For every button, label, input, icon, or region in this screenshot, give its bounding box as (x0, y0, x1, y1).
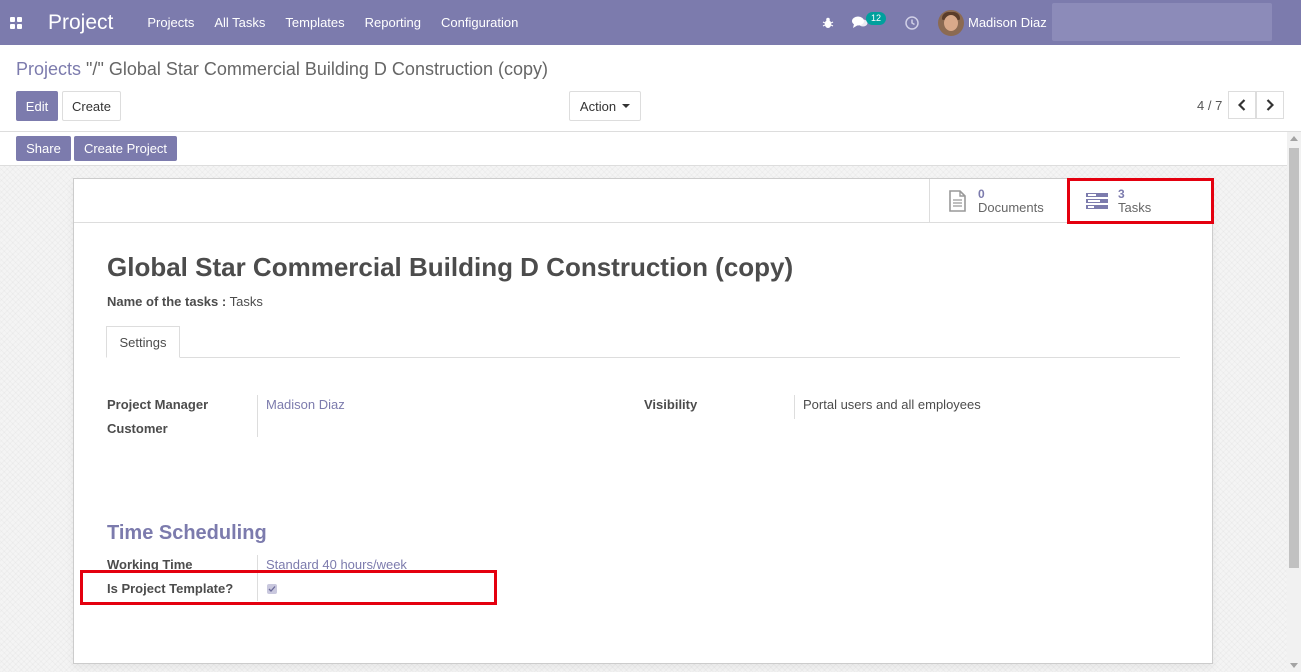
scroll-up-arrow-icon[interactable] (1290, 136, 1298, 141)
menu-item-configuration[interactable]: Configuration (431, 0, 528, 45)
messages-badge: 12 (866, 12, 887, 25)
create-button[interactable]: Create (62, 91, 121, 121)
clock-icon[interactable] (896, 0, 928, 45)
visibility-label: Visibility (644, 397, 698, 412)
chevron-right-icon (1266, 99, 1274, 111)
breadcrumb: Projects "/" Global Star Commercial Buil… (16, 59, 548, 80)
smart-button-box: 0 Documents 3 Tasks (74, 179, 1212, 223)
documents-count: 0 (978, 187, 985, 201)
control-panel: Projects "/" Global Star Commercial Buil… (0, 45, 1301, 132)
chat-icon[interactable]: 12 (844, 0, 887, 45)
edit-button[interactable]: Edit (16, 91, 58, 121)
action-label: Action (579, 98, 617, 114)
tasks-name-value[interactable]: Tasks (230, 294, 263, 309)
menu-item-projects[interactable]: Projects (137, 0, 204, 45)
project-manager-value[interactable]: Madison Diaz (266, 397, 345, 412)
project-title: Global Star Commercial Building D Constr… (107, 252, 794, 282)
create-project-button[interactable]: Create Project (74, 136, 177, 161)
breadcrumb-projects[interactable]: Projects (16, 59, 81, 79)
caret-down-icon (622, 104, 631, 108)
tasks-highlight-box (1067, 178, 1214, 224)
pager-next-button[interactable] (1256, 91, 1284, 119)
statusbar: Share Create Project (0, 132, 1287, 166)
customer-label: Customer (107, 421, 168, 436)
main-menu: Projects All Tasks Templates Reporting C… (137, 0, 528, 45)
tab-settings[interactable]: Settings (106, 326, 180, 358)
pager-value[interactable]: 4 / 7 (1197, 98, 1222, 113)
menu-item-all-tasks[interactable]: All Tasks (204, 0, 275, 45)
redacted-area (1052, 3, 1272, 41)
visibility-value[interactable]: Portal users and all employees (803, 397, 981, 412)
user-name[interactable]: Madison Diaz (968, 15, 1047, 30)
scrollbar[interactable] (1287, 132, 1301, 672)
pager-previous-button[interactable] (1228, 91, 1256, 119)
documents-label: Documents (978, 200, 1044, 215)
top-navbar: Project Projects All Tasks Templates Rep… (0, 0, 1301, 45)
field-separator (257, 395, 258, 437)
action-dropdown[interactable]: Action (569, 91, 641, 121)
breadcrumb-current: "/" Global Star Commercial Building D Co… (86, 59, 548, 79)
menu-item-reporting[interactable]: Reporting (355, 0, 431, 45)
scroll-down-arrow-icon[interactable] (1290, 663, 1298, 668)
document-icon (949, 190, 966, 212)
template-highlight-box (80, 570, 497, 605)
documents-smart-button[interactable]: 0 Documents (929, 179, 1069, 223)
field-separator (794, 395, 795, 419)
systray: 12 Madison Diaz (812, 0, 1047, 45)
user-avatar[interactable] (938, 9, 964, 36)
menu-item-templates[interactable]: Templates (275, 0, 354, 45)
apps-grid-icon[interactable] (0, 0, 32, 45)
project-manager-label: Project Manager (107, 397, 209, 412)
app-name: Project (48, 10, 114, 34)
scrollbar-thumb[interactable] (1289, 148, 1299, 568)
chevron-left-icon (1238, 99, 1246, 111)
tabs-divider (106, 357, 1180, 358)
time-scheduling-title: Time Scheduling (107, 522, 267, 544)
share-button[interactable]: Share (16, 136, 71, 161)
tasks-name-label: Name of the tasks : (107, 294, 227, 309)
tasks-name-row: Name of the tasks : Tasks (107, 294, 263, 309)
bug-icon[interactable] (812, 0, 844, 45)
